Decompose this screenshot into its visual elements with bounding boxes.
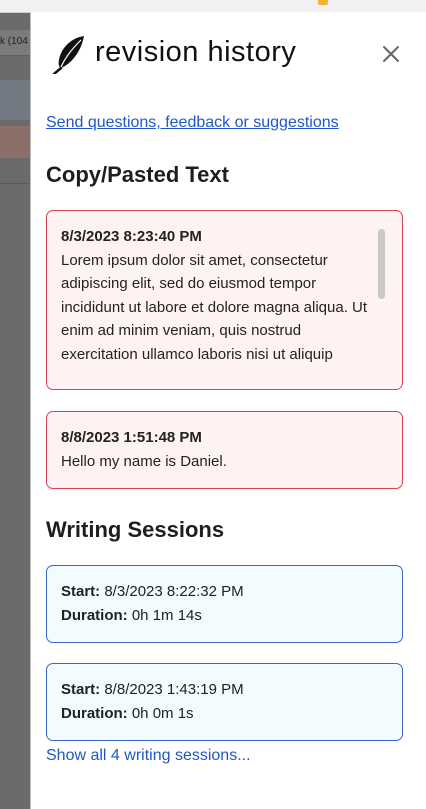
show-all-sessions-link[interactable]: Show all 4 writing sessions... xyxy=(46,747,251,765)
panel-header: revision history xyxy=(51,34,411,74)
paste-timestamp: 8/8/2023 1:51:48 PM xyxy=(61,429,202,446)
session-duration: Duration: 0h 1m 14s xyxy=(61,604,388,628)
background-row xyxy=(0,126,30,158)
duration-value: 0h 0m 1s xyxy=(131,704,194,722)
copy-pasted-heading: Copy/Pasted Text xyxy=(46,162,229,187)
duration-label: Duration: xyxy=(61,704,128,722)
background-row: k (104 xyxy=(0,30,30,56)
start-value: 8/8/2023 1:43:19 PM xyxy=(104,681,244,698)
session-start: Start: 8/3/2023 8:22:32 PM xyxy=(61,580,388,604)
session-duration: Duration: 0h 0m 1s xyxy=(61,702,388,726)
session-card: Start: 8/8/2023 1:43:19 PM Duration: 0h … xyxy=(46,663,403,741)
paste-card: 8/3/2023 8:23:40 PM Lorem ipsum dolor si… xyxy=(46,210,403,390)
start-label: Start: xyxy=(61,583,101,600)
background-row xyxy=(0,80,30,120)
start-label: Start: xyxy=(61,681,101,698)
background-divider xyxy=(0,183,30,184)
scrollbar-thumb[interactable] xyxy=(378,229,385,299)
extension-icon xyxy=(318,0,328,5)
feedback-link[interactable]: Send questions, feedback or suggestions xyxy=(46,114,339,132)
paste-card: 8/8/2023 1:51:48 PM Hello my name is Dan… xyxy=(46,411,403,489)
session-start: Start: 8/8/2023 1:43:19 PM xyxy=(61,678,388,702)
start-value: 8/3/2023 8:22:32 PM xyxy=(104,583,244,600)
background-page xyxy=(0,0,30,809)
writing-sessions-heading: Writing Sessions xyxy=(46,517,225,542)
background-row-text: k (104 xyxy=(0,36,28,47)
paste-text: Lorem ipsum dolor sit amet, consectetur … xyxy=(61,251,368,363)
paste-timestamp: 8/3/2023 8:23:40 PM xyxy=(61,228,202,245)
revision-history-panel: revision history Send questions, feedbac… xyxy=(30,12,426,809)
duration-label: Duration: xyxy=(61,606,128,624)
duration-value: 0h 1m 14s xyxy=(131,606,202,624)
session-card: Start: 8/3/2023 8:22:32 PM Duration: 0h … xyxy=(46,565,403,643)
quill-logo-icon xyxy=(52,36,84,74)
panel-title: revision history xyxy=(95,36,297,68)
close-icon[interactable] xyxy=(381,44,401,64)
paste-text: Hello my name is Daniel. xyxy=(61,452,227,470)
